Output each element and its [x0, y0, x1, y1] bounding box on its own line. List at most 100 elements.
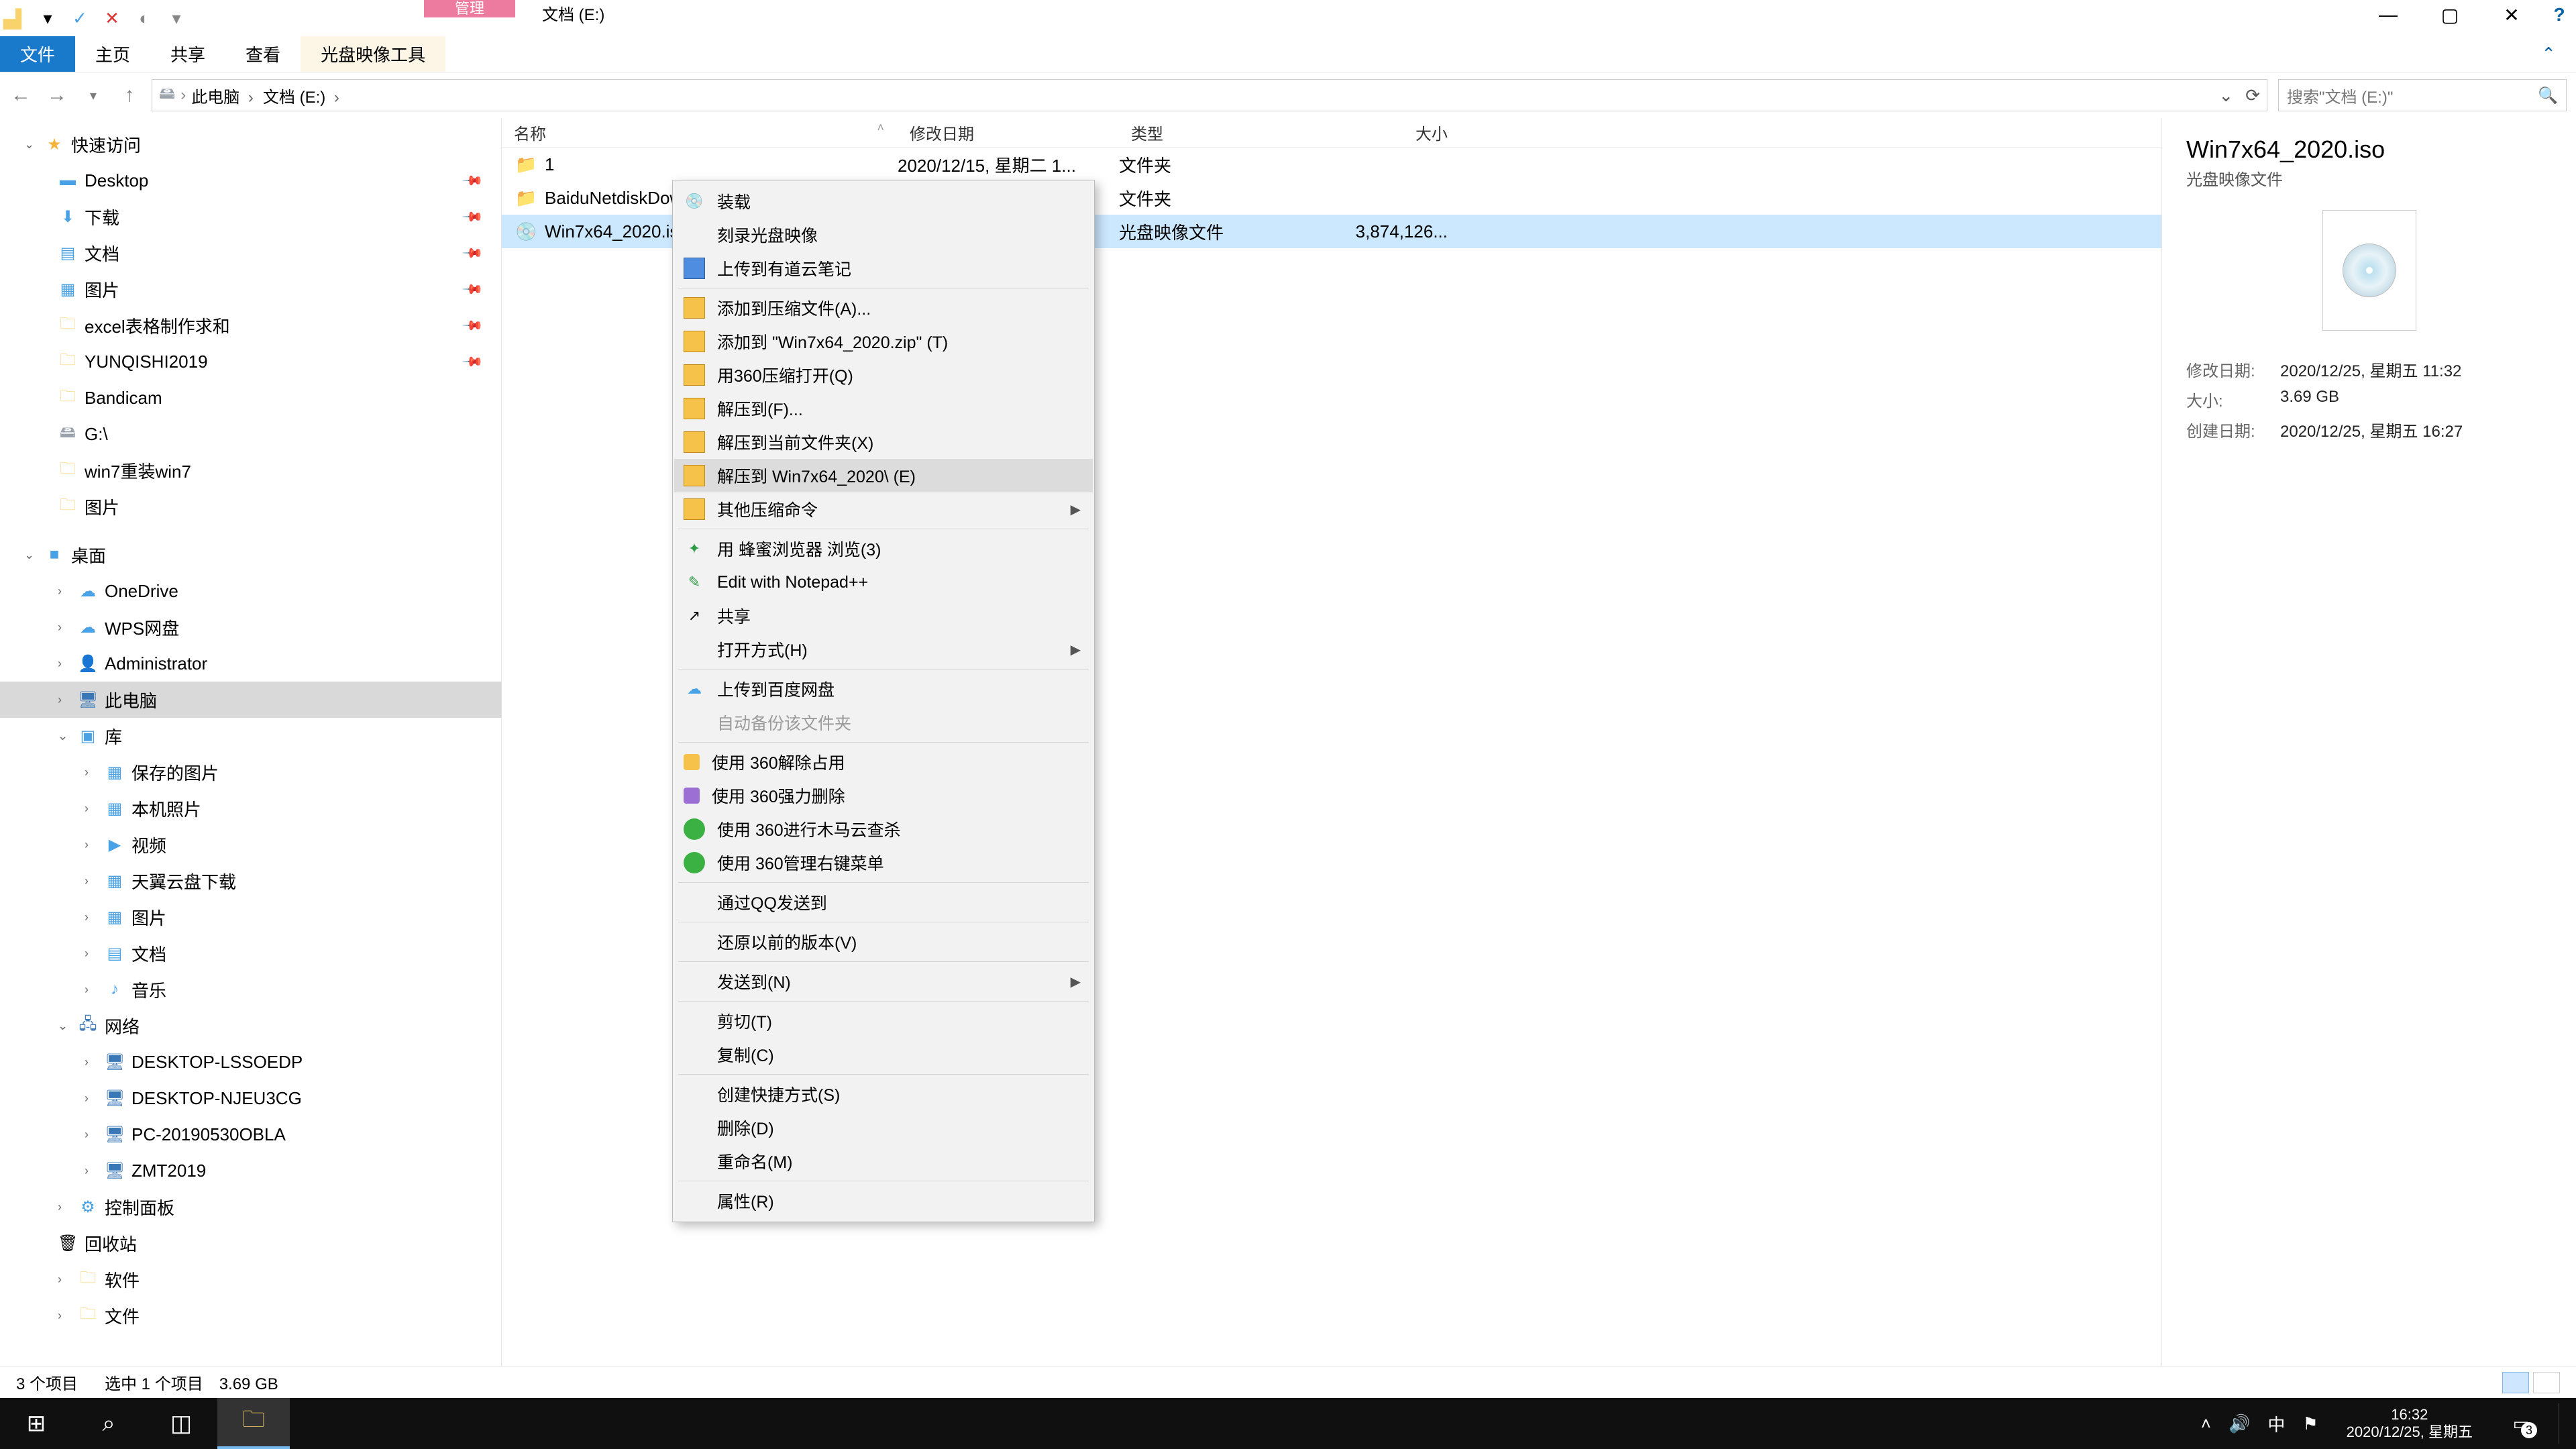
tree-libraries[interactable]: ⌄▣库	[0, 718, 501, 754]
menu-add-zip[interactable]: 添加到 "Win7x64_2020.zip" (T)	[674, 325, 1093, 358]
view-details-button[interactable]	[2502, 1372, 2529, 1393]
menu-burn[interactable]: 刻录光盘映像	[674, 218, 1093, 252]
nav-back-button[interactable]: ←	[9, 84, 32, 107]
tree-item[interactable]: ›🖥DESKTOP-LSSOEDP	[0, 1044, 501, 1080]
tree-item[interactable]: ›🖥PC-20190530OBLA	[0, 1116, 501, 1152]
tree-item[interactable]: 🗀YUNQISHI2019📌	[0, 343, 501, 380]
tree-onedrive[interactable]: ›☁OneDrive	[0, 573, 501, 609]
qat-check-icon[interactable]: ✓	[68, 7, 91, 30]
tree-network[interactable]: ⌄🖧网络	[0, 1008, 501, 1044]
tree-control-panel[interactable]: ›⚙控制面板	[0, 1189, 501, 1225]
tree-item[interactable]: ›▦天翼云盘下载	[0, 863, 501, 899]
qat-generic-icon[interactable]: ◐	[133, 7, 156, 30]
action-center-button[interactable]: ▭ 3	[2501, 1403, 2541, 1444]
menu-restore-version[interactable]: 还原以前的版本(V)	[674, 925, 1093, 959]
tray-overflow-icon[interactable]: ˄	[2201, 1413, 2211, 1434]
column-headers[interactable]: 名称˄ 修改日期 类型 大小	[502, 118, 2161, 148]
taskbar-search-button[interactable]: ⌕	[72, 1398, 145, 1449]
menu-qq-send[interactable]: 通过QQ发送到	[674, 885, 1093, 919]
tree-item[interactable]: ›🗀文件	[0, 1297, 501, 1334]
taskbar-explorer-button[interactable]: 🗀	[217, 1398, 290, 1449]
menu-360-force-delete[interactable]: 使用 360强力删除	[674, 779, 1093, 812]
tree-item[interactable]: ›🖥ZMT2019	[0, 1152, 501, 1189]
menu-360-scan[interactable]: 使用 360进行木马云查杀	[674, 812, 1093, 846]
tree-item[interactable]: 🗀Bandicam	[0, 380, 501, 416]
nav-up-button[interactable]: ↑	[118, 84, 141, 107]
menu-other-compress[interactable]: 其他压缩命令▶	[674, 492, 1093, 526]
ribbon-collapse-icon[interactable]: ⌃	[2521, 36, 2576, 72]
tree-item[interactable]: 🖴G:\	[0, 416, 501, 452]
refresh-button[interactable]: ⟳	[2245, 85, 2260, 106]
menu-extract-here[interactable]: 解压到当前文件夹(X)	[674, 425, 1093, 459]
address-bar[interactable]: 🖴 › 此电脑 文档 (E:) ⌄ ⟳	[152, 79, 2267, 111]
menu-create-shortcut[interactable]: 创建快捷方式(S)	[674, 1077, 1093, 1111]
tab-home[interactable]: 主页	[75, 36, 150, 72]
menu-share[interactable]: ↗共享	[674, 599, 1093, 633]
minimize-button[interactable]: —	[2357, 0, 2419, 30]
qat-dropdown-icon[interactable]: ▾	[36, 7, 59, 30]
tree-item[interactable]: 🗀excel表格制作求和📌	[0, 307, 501, 343]
tree-item[interactable]: ›♪音乐	[0, 971, 501, 1008]
tree-item[interactable]: ›▦图片	[0, 899, 501, 935]
menu-rename[interactable]: 重命名(M)	[674, 1144, 1093, 1178]
tray-security-icon[interactable]: ⚑	[2302, 1413, 2318, 1434]
nav-history-icon[interactable]: ▾	[82, 87, 105, 104]
qat-more-icon[interactable]: ▾	[165, 7, 188, 30]
menu-send-to[interactable]: 发送到(N)▶	[674, 965, 1093, 998]
menu-add-archive[interactable]: 添加到压缩文件(A)...	[674, 291, 1093, 325]
menu-extract-to[interactable]: 解压到(F)...	[674, 392, 1093, 425]
tree-downloads[interactable]: ⬇下载📌	[0, 199, 501, 235]
menu-extract-named[interactable]: 解压到 Win7x64_2020\ (E)	[674, 459, 1093, 492]
column-size[interactable]: 大小	[1307, 121, 1468, 144]
tab-file[interactable]: 文件	[0, 36, 75, 72]
tree-item[interactable]: 🗀图片	[0, 488, 501, 525]
column-type[interactable]: 类型	[1119, 121, 1307, 144]
tab-view[interactable]: 查看	[225, 36, 301, 72]
tree-item[interactable]: ›▦保存的图片	[0, 754, 501, 790]
close-button[interactable]: ✕	[2481, 0, 2542, 30]
tree-admin[interactable]: ›👤Administrator	[0, 645, 501, 682]
tree-item[interactable]: 🗀win7重装win7	[0, 452, 501, 488]
menu-delete[interactable]: 删除(D)	[674, 1111, 1093, 1144]
tree-item[interactable]: ›▤文档	[0, 935, 501, 971]
menu-360-unlock[interactable]: 使用 360解除占用	[674, 745, 1093, 779]
tray-ime-indicator[interactable]: 中	[2267, 1411, 2285, 1436]
tree-desktop-root[interactable]: ⌄■桌面	[0, 537, 501, 573]
taskbar-clock[interactable]: 16:32 2020/12/25, 星期五	[2336, 1406, 2483, 1441]
file-row[interactable]: 📁1 2020/12/15, 星期二 1... 文件夹	[502, 148, 2161, 181]
menu-youdao[interactable]: 上传到有道云笔记	[674, 252, 1093, 285]
tray-volume-icon[interactable]: 🔊	[2229, 1413, 2250, 1434]
show-desktop-button[interactable]	[2559, 1403, 2568, 1444]
tree-item[interactable]: ›▶视频	[0, 826, 501, 863]
breadcrumb[interactable]: 此电脑	[191, 84, 258, 107]
tree-pictures[interactable]: ▦图片📌	[0, 271, 501, 307]
menu-mount[interactable]: 💿装载	[674, 184, 1093, 218]
nav-forward-button[interactable]: →	[46, 84, 68, 107]
start-button[interactable]: ⊞	[0, 1398, 72, 1449]
menu-copy[interactable]: 复制(C)	[674, 1038, 1093, 1071]
maximize-button[interactable]: ▢	[2419, 0, 2481, 30]
tree-quick-access[interactable]: ⌄★快速访问	[0, 126, 501, 162]
tree-this-pc[interactable]: ›🖥此电脑	[0, 682, 501, 718]
view-icons-button[interactable]	[2533, 1372, 2560, 1393]
menu-open-with[interactable]: 打开方式(H)▶	[674, 633, 1093, 666]
help-button[interactable]: ?	[2542, 0, 2576, 30]
menu-baidu-upload[interactable]: ☁上传到百度网盘	[674, 672, 1093, 706]
tree-documents[interactable]: ▤文档📌	[0, 235, 501, 271]
tree-item[interactable]: ›🖥DESKTOP-NJEU3CG	[0, 1080, 501, 1116]
breadcrumb[interactable]: 文档 (E:)	[263, 84, 343, 107]
menu-cut[interactable]: 剪切(T)	[674, 1004, 1093, 1038]
tree-recycle-bin[interactable]: 🗑回收站	[0, 1225, 501, 1261]
menu-open-360zip[interactable]: 用360压缩打开(Q)	[674, 358, 1093, 392]
column-name[interactable]: 名称˄	[502, 121, 898, 144]
menu-360-manage[interactable]: 使用 360管理右键菜单	[674, 846, 1093, 879]
menu-notepadpp[interactable]: ✎Edit with Notepad++	[674, 566, 1093, 599]
tree-desktop[interactable]: ▬Desktop📌	[0, 162, 501, 199]
search-box[interactable]: 搜索"文档 (E:)" 🔍	[2278, 79, 2567, 111]
tree-item[interactable]: ›🗀软件	[0, 1261, 501, 1297]
qat-close-icon[interactable]: ✕	[101, 7, 123, 30]
tab-disc-image-tools[interactable]: 光盘映像工具	[301, 36, 445, 72]
menu-properties[interactable]: 属性(R)	[674, 1184, 1093, 1218]
tree-item[interactable]: ›▦本机照片	[0, 790, 501, 826]
navigation-pane[interactable]: ⌄★快速访问 ▬Desktop📌 ⬇下载📌 ▤文档📌 ▦图片📌 🗀excel表格…	[0, 118, 502, 1366]
